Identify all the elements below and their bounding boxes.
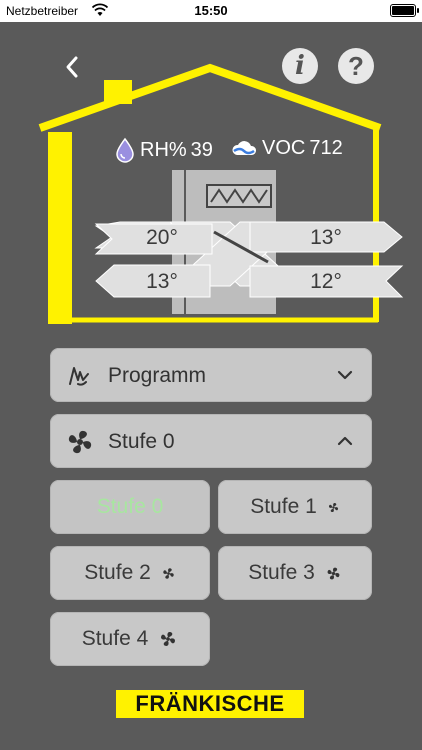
humidity-label: RH% — [140, 138, 187, 161]
humidity-value: 39 — [190, 138, 213, 161]
temp-top-right: 13° — [310, 226, 342, 249]
stage-dropdown[interactable]: Stufe 0 — [50, 414, 372, 468]
stage-3-label: Stufe 3 — [248, 561, 315, 584]
stage-2-label: Stufe 2 — [84, 561, 151, 584]
chevron-up-icon — [337, 436, 353, 446]
program-dropdown[interactable]: Programm — [50, 348, 372, 402]
brand-logo: FRÄNKISCHE — [116, 690, 304, 718]
fan-icon — [163, 567, 174, 579]
temp-bottom-left: 13° — [146, 270, 178, 293]
stage-1-label: Stufe 1 — [250, 495, 317, 518]
stage-4-label: Stufe 4 — [81, 627, 149, 650]
house-illustration — [38, 63, 404, 324]
program-dropdown-label: Programm — [108, 364, 207, 387]
stage-3-button[interactable]: Stufe 3 — [218, 546, 372, 600]
stage-0-button[interactable]: Stufe 0 — [50, 480, 210, 534]
hand-icon — [69, 367, 89, 386]
fan-icon — [161, 632, 176, 646]
voc-value: 712 — [309, 137, 343, 159]
stage-0-label: Stufe 0 — [96, 495, 164, 518]
humidity-readout: RH% 39 — [114, 137, 213, 163]
stage-1-button[interactable]: Stufe 1 — [218, 480, 372, 534]
fan-icon — [327, 567, 340, 579]
voc-readout: VOC 712 — [230, 137, 343, 160]
temp-top-left: 20° — [146, 226, 178, 249]
stage-dropdown-label: Stufe 0 — [108, 430, 175, 453]
voc-label: VOC — [262, 137, 306, 159]
fan-icon — [68, 430, 92, 454]
fan-icon — [328, 502, 338, 512]
chevron-down-icon — [337, 370, 353, 380]
stage-4-button[interactable]: Stufe 4 — [50, 612, 210, 666]
water-drop-icon — [116, 137, 134, 163]
temp-bottom-right: 12° — [310, 270, 342, 293]
stage-2-button[interactable]: Stufe 2 — [50, 546, 210, 600]
cloud-icon — [232, 140, 257, 155]
